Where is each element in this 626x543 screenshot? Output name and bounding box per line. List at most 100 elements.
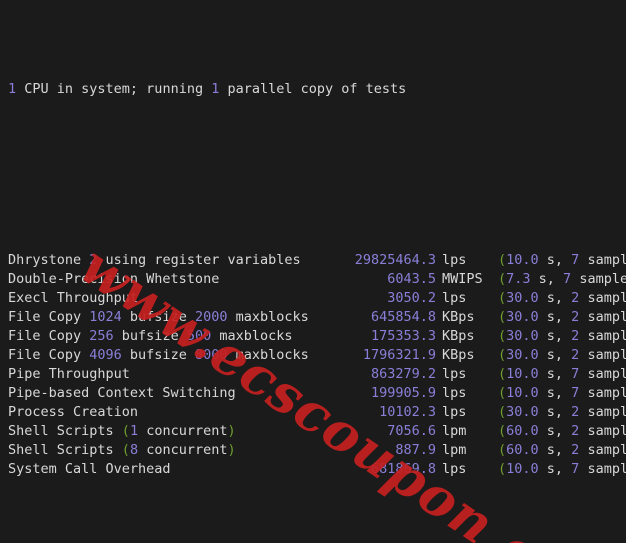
benchmark-paren-open: (	[121, 423, 130, 439]
sample-label: samples	[587, 290, 626, 306]
sample-paren-open: (	[498, 366, 507, 382]
benchmark-row: Execl Throughput 3050.2 lps (30.0 s, 2 samp…	[8, 289, 626, 308]
benchmark-value: 6043.5	[387, 271, 436, 287]
benchmark-concurrency-count: 1	[129, 423, 139, 439]
spacer-line-2	[8, 536, 626, 543]
benchmark-name-number2: 8000	[194, 347, 228, 363]
benchmark-concurrency-count: 8	[129, 442, 139, 458]
benchmark-name-text: Shell Scripts	[8, 442, 122, 458]
benchmark-concurrent-text: concurrent	[138, 423, 228, 439]
benchmark-name-text: File Copy	[8, 309, 90, 325]
cpu-header-suffix: parallel copy of tests	[219, 81, 407, 97]
sample-paren-open: (	[498, 290, 507, 306]
benchmark-name-text: System Call Overhead	[8, 461, 171, 477]
benchmark-name-suffix: using register variables	[97, 252, 301, 268]
benchmark-paren-close: )	[227, 423, 236, 439]
sample-label: samples	[587, 442, 626, 458]
sample-label: samples	[587, 328, 626, 344]
benchmark-sample-info: (30.0 s, 2 samples)	[498, 404, 626, 420]
benchmark-name-suffix: maxblocks	[211, 328, 293, 344]
benchmark-value: 3050.2	[387, 290, 436, 306]
sample-label: samples	[579, 271, 626, 287]
benchmark-paren-close: )	[227, 442, 236, 458]
sample-duration: 10.0	[506, 366, 539, 382]
benchmark-unit: lpm	[442, 423, 467, 439]
benchmark-name-number: 256	[89, 328, 114, 344]
sample-duration-unit: s,	[538, 442, 572, 458]
benchmark-name: System Call Overhead	[8, 460, 326, 479]
benchmark-row: Process Creation 10102.3 lps (30.0 s, 2 sam…	[8, 403, 626, 422]
sample-duration: 60.0	[506, 423, 539, 439]
benchmark-unit: KBps	[442, 328, 475, 344]
terminal-screen: 1 CPU in system; running 1 parallel copy…	[0, 0, 626, 543]
benchmark-unit: MWIPS	[442, 271, 483, 287]
benchmark-name-text: Process Creation	[8, 404, 139, 420]
benchmark-sample-info: (30.0 s, 2 samples)	[498, 328, 626, 344]
sample-paren-open: (	[498, 309, 507, 325]
sample-paren-open: (	[498, 385, 507, 401]
sample-paren-open: (	[498, 252, 507, 268]
benchmark-name: Execl Throughput	[8, 289, 326, 308]
benchmark-unit: lps	[442, 404, 467, 420]
benchmark-name-mid: bufsize	[121, 309, 195, 325]
benchmark-name-mid: bufsize	[113, 328, 187, 344]
benchmark-value: 863279.2	[370, 366, 436, 382]
sample-paren-open: (	[498, 423, 507, 439]
benchmark-sample-info: (7.3 s, 7 samples)	[498, 271, 626, 287]
benchmark-sample-info: (10.0 s, 7 samples)	[498, 385, 626, 401]
benchmark-row: System Call Overhead 681869.8 lps (10.0 s, …	[8, 460, 626, 479]
benchmark-sample-info: (30.0 s, 2 samples)	[498, 347, 626, 363]
benchmark-name: Double-Precision Whetstone	[8, 270, 326, 289]
benchmark-name-mid: bufsize	[121, 347, 195, 363]
sample-duration: 10.0	[506, 385, 539, 401]
benchmark-unit: lps	[442, 290, 467, 306]
benchmark-name: File Copy 256 bufsize 500 maxblocks	[8, 327, 326, 346]
cpu-count: 1	[8, 81, 17, 97]
benchmark-unit: lps	[442, 461, 467, 477]
benchmark-sample-info: (10.0 s, 7 samples)	[498, 461, 626, 477]
benchmark-row: Shell Scripts (1 concurrent) 7056.6 lpm (60…	[8, 422, 626, 441]
benchmark-name-suffix: maxblocks	[227, 347, 309, 363]
sample-duration-unit: s,	[538, 366, 572, 382]
sample-duration-unit: s,	[538, 385, 572, 401]
benchmark-sample-info: (30.0 s, 2 samples)	[498, 290, 626, 306]
benchmark-value: 7056.6	[387, 423, 436, 439]
benchmark-name-text: File Copy	[8, 328, 90, 344]
sample-duration: 30.0	[506, 347, 539, 363]
sample-duration: 30.0	[506, 290, 539, 306]
sample-label: samples	[587, 404, 626, 420]
sample-label: samples	[587, 347, 626, 363]
benchmark-unit: lps	[442, 252, 467, 268]
benchmark-concurrent-text: concurrent	[138, 442, 228, 458]
benchmark-value: 681869.8	[370, 461, 436, 477]
terminal-window: 1 CPU in system; running 1 parallel copy…	[0, 0, 626, 543]
benchmark-name-number: 4096	[89, 347, 122, 363]
benchmark-name: Pipe Throughput	[8, 365, 326, 384]
benchmark-name: Shell Scripts (8 concurrent)	[8, 441, 326, 460]
benchmark-name-text: Pipe-based Context Switching	[8, 385, 236, 401]
benchmark-name-suffix: maxblocks	[227, 309, 309, 325]
benchmark-row: Dhrystone 2 using register variables 2982…	[8, 251, 626, 270]
benchmark-sample-info: (10.0 s, 7 samples)	[498, 252, 626, 268]
sample-duration-unit: s,	[538, 347, 572, 363]
benchmark-value: 10102.3	[379, 404, 436, 420]
sample-paren-open: (	[498, 347, 507, 363]
benchmark-name-number2: 2000	[194, 309, 228, 325]
benchmark-name-text: File Copy	[8, 347, 90, 363]
benchmark-value: 29825464.3	[354, 252, 436, 268]
benchmark-name-text: Execl Throughput	[8, 290, 139, 306]
sample-duration-unit: s,	[538, 252, 572, 268]
spacer-line-1	[8, 156, 626, 175]
benchmark-name: File Copy 1024 bufsize 2000 maxblocks	[8, 308, 326, 327]
benchmark-sample-info: (60.0 s, 2 samples)	[498, 423, 626, 439]
benchmark-row: Shell Scripts (8 concurrent) 887.9 lpm (60.…	[8, 441, 626, 460]
benchmark-row: Pipe Throughput 863279.2 lps (10.0 s, 7 sam…	[8, 365, 626, 384]
benchmark-name: Process Creation	[8, 403, 326, 422]
sample-label: samples	[587, 423, 626, 439]
benchmark-sample-info: (60.0 s, 2 samples)	[498, 442, 626, 458]
benchmark-name: File Copy 4096 bufsize 8000 maxblocks	[8, 346, 326, 365]
benchmark-name-number: 1024	[89, 309, 122, 325]
benchmark-unit: KBps	[442, 309, 475, 325]
sample-label: samples	[587, 366, 626, 382]
sample-duration: 7.3	[506, 271, 531, 287]
